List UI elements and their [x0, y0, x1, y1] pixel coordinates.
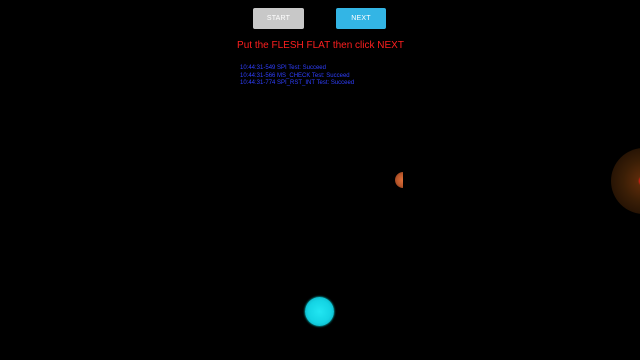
test-screen: START NEXT Put the FLESH FLAT then click…: [0, 0, 640, 360]
start-button[interactable]: START: [253, 8, 304, 29]
instruction-text: Put the FLESH FLAT then click NEXT: [237, 40, 404, 51]
test-target-dot[interactable]: [395, 172, 403, 188]
log-entry: 10:44:31-549 SPI Test: Succeed: [240, 65, 326, 71]
next-button[interactable]: NEXT: [336, 8, 386, 29]
log-entry: 10:44:31-566 MS_CHECK Test: Succeed: [240, 72, 350, 79]
test-log: 10:44:31-549 SPI Test: Succeed 10:44:31-…: [240, 65, 354, 88]
touch-indicator[interactable]: [305, 297, 334, 326]
log-entry: 10:44:31-774 SPI_RST_INT Test: Succeed: [240, 80, 355, 86]
test-target-large[interactable]: [611, 148, 640, 214]
